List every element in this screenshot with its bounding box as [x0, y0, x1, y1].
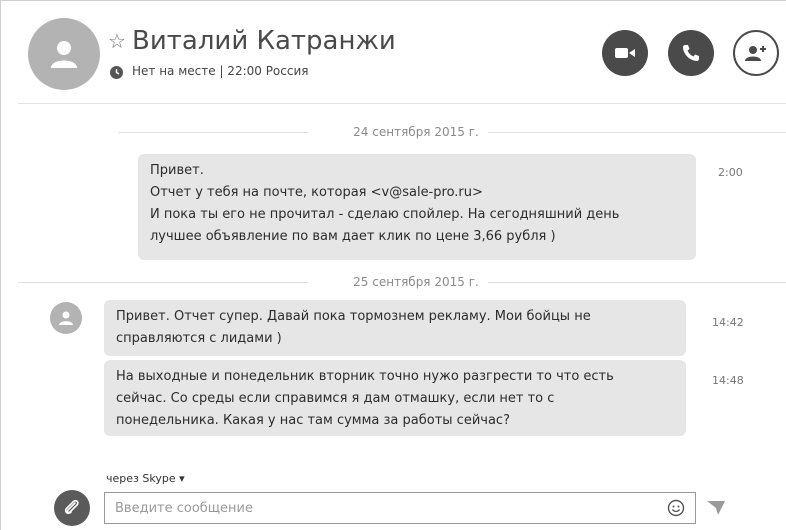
video-call-button[interactable]: [602, 30, 648, 76]
date-label: 25 сентября 2015 г.: [353, 275, 479, 289]
emoji-button[interactable]: [667, 499, 685, 517]
clock-icon: [110, 66, 123, 79]
message-text-line: И пока ты его не прочитал - сделаю спойл…: [150, 207, 620, 222]
message-text-line: Отчет у тебя на почте, которая <v@sale-p…: [150, 185, 483, 200]
contact-name: Виталий Катранжи: [132, 26, 396, 56]
phone-icon: [683, 45, 699, 61]
emoji-icon: [667, 499, 685, 517]
message-timestamp: 2:00: [718, 166, 743, 179]
contact-status: Нет на месте | 22:00 Россия: [132, 64, 309, 78]
date-separator: 25 сентября 2015 г.: [18, 272, 786, 292]
window-border-top: [0, 0, 786, 1]
favorite-star-icon[interactable]: ☆: [108, 30, 126, 52]
user-icon: [51, 41, 77, 68]
paperclip-icon: [64, 499, 79, 515]
video-icon: [615, 48, 635, 58]
date-separator: 24 сентября 2015 г.: [18, 122, 786, 142]
send-via-selector[interactable]: через Skype ▾: [106, 472, 185, 485]
send-icon[interactable]: [706, 499, 726, 517]
window-border-left: [0, 0, 1, 530]
message-text-line: На выходные и понедельник вторник точно …: [116, 369, 614, 384]
message-bubble[interactable]: Привет. Отчет у тебя на почте, которая <…: [138, 154, 696, 260]
message-text-line: справляются с лидами ): [116, 331, 282, 346]
message-input[interactable]: [104, 492, 696, 524]
attach-button[interactable]: [54, 490, 90, 526]
message-bubble[interactable]: Привет. Отчет супер. Давай пока тормозне…: [104, 300, 686, 356]
message-text-line: Привет. Отчет супер. Давай пока тормозне…: [116, 309, 591, 324]
message-text-line: понедельника. Какая у нас там сумма за р…: [116, 413, 510, 428]
message-text-line: сейчас. Со среды если справимся я дам от…: [116, 391, 555, 406]
contact-avatar[interactable]: [28, 18, 100, 90]
message-timestamp: 14:42: [712, 316, 744, 329]
message-text-line: Привет.: [150, 163, 204, 178]
header-divider: [18, 103, 786, 104]
date-label: 24 сентября 2015 г.: [353, 125, 479, 139]
message-text-line: лучшее объявление по вам дает клик по це…: [150, 229, 556, 244]
user-icon: [59, 311, 73, 325]
audio-call-button[interactable]: [668, 30, 714, 76]
message-timestamp: 14:48: [712, 374, 744, 387]
add-participant-button[interactable]: [733, 30, 779, 76]
message-bubble[interactable]: На выходные и понедельник вторник точно …: [104, 360, 686, 436]
add-contact-icon: [745, 46, 766, 61]
sender-avatar[interactable]: [50, 302, 82, 334]
